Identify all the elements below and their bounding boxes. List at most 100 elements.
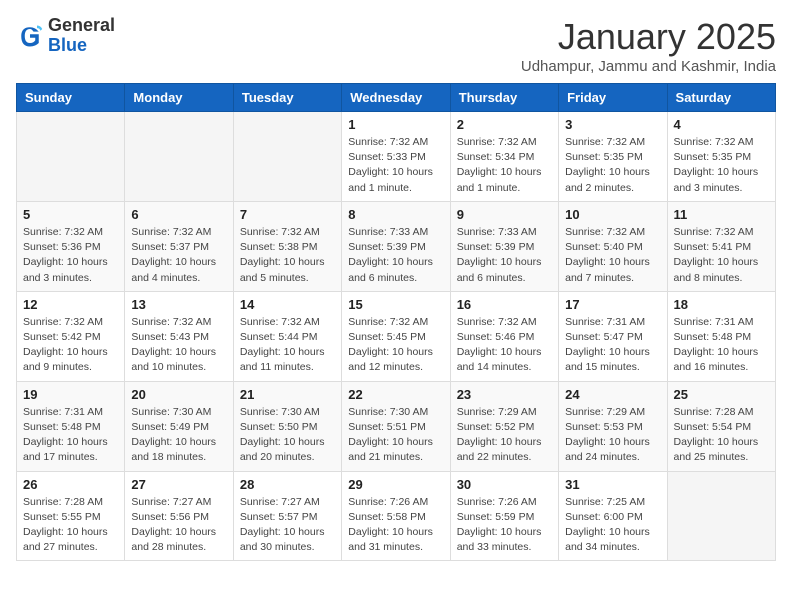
calendar-cell: 5Sunrise: 7:32 AM Sunset: 5:36 PM Daylig… xyxy=(17,201,125,291)
day-info: Sunrise: 7:32 AM Sunset: 5:45 PM Dayligh… xyxy=(348,315,443,376)
calendar-week-1: 1Sunrise: 7:32 AM Sunset: 5:33 PM Daylig… xyxy=(17,112,776,202)
day-info: Sunrise: 7:32 AM Sunset: 5:38 PM Dayligh… xyxy=(240,225,335,286)
day-number: 18 xyxy=(674,297,769,312)
day-info: Sunrise: 7:32 AM Sunset: 5:43 PM Dayligh… xyxy=(131,315,226,376)
day-info: Sunrise: 7:28 AM Sunset: 5:55 PM Dayligh… xyxy=(23,495,118,556)
day-info: Sunrise: 7:32 AM Sunset: 5:40 PM Dayligh… xyxy=(565,225,660,286)
weekday-header-thursday: Thursday xyxy=(450,84,558,112)
logo-text: General Blue xyxy=(48,16,115,56)
calendar-cell xyxy=(667,471,775,561)
day-info: Sunrise: 7:32 AM Sunset: 5:33 PM Dayligh… xyxy=(348,135,443,196)
calendar-cell: 18 Sunrise: 7:31 AM Sunset: 5:48 PM Dayli… xyxy=(667,291,775,381)
calendar-table: SundayMondayTuesdayWednesdayThursdayFrid… xyxy=(16,83,776,561)
day-number: 22 xyxy=(348,387,443,402)
day-info: Sunrise: 7:25 AM Sunset: 6:00 PM Dayligh… xyxy=(565,495,660,556)
day-info: Sunrise: 7:29 AM Sunset: 5:52 PM Dayligh… xyxy=(457,405,552,466)
calendar-cell: 21 Sunrise: 7:30 AM Sunset: 5:50 PM Dayli… xyxy=(233,381,341,471)
day-info: Sunrise: 7:32 AM Sunset: 5:37 PM Dayligh… xyxy=(131,225,226,286)
day-info: Sunrise: 7:30 AM Sunset: 5:51 PM Dayligh… xyxy=(348,405,443,466)
day-number: 10 xyxy=(565,207,660,222)
day-info: Sunrise: 7:32 AM Sunset: 5:42 PM Dayligh… xyxy=(23,315,118,376)
day-number: 12 xyxy=(23,297,118,312)
calendar-cell: 1Sunrise: 7:32 AM Sunset: 5:33 PM Daylig… xyxy=(342,112,450,202)
day-info: Sunrise: 7:32 AM Sunset: 5:36 PM Dayligh… xyxy=(23,225,118,286)
day-number: 28 xyxy=(240,477,335,492)
day-info: Sunrise: 7:31 AM Sunset: 5:48 PM Dayligh… xyxy=(23,405,118,466)
calendar-cell: 12 Sunrise: 7:32 AM Sunset: 5:42 PM Dayli… xyxy=(17,291,125,381)
day-number: 30 xyxy=(457,477,552,492)
day-number: 4 xyxy=(674,117,769,132)
calendar-cell: 20 Sunrise: 7:30 AM Sunset: 5:49 PM Dayli… xyxy=(125,381,233,471)
logo-blue: Blue xyxy=(48,35,87,55)
day-info: Sunrise: 7:33 AM Sunset: 5:39 PM Dayligh… xyxy=(457,225,552,286)
day-number: 26 xyxy=(23,477,118,492)
day-info: Sunrise: 7:30 AM Sunset: 5:49 PM Dayligh… xyxy=(131,405,226,466)
calendar-cell: 27 Sunrise: 7:27 AM Sunset: 5:56 PM Dayli… xyxy=(125,471,233,561)
day-info: Sunrise: 7:31 AM Sunset: 5:47 PM Dayligh… xyxy=(565,315,660,376)
calendar-week-5: 26 Sunrise: 7:28 AM Sunset: 5:55 PM Dayli… xyxy=(17,471,776,561)
day-number: 20 xyxy=(131,387,226,402)
calendar-cell: 13 Sunrise: 7:32 AM Sunset: 5:43 PM Dayli… xyxy=(125,291,233,381)
day-number: 29 xyxy=(348,477,443,492)
calendar-cell: 24Sunrise: 7:29 AM Sunset: 5:53 PM Dayli… xyxy=(559,381,667,471)
calendar-cell: 17 Sunrise: 7:31 AM Sunset: 5:47 PM Dayli… xyxy=(559,291,667,381)
calendar-cell: 26 Sunrise: 7:28 AM Sunset: 5:55 PM Dayli… xyxy=(17,471,125,561)
day-info: Sunrise: 7:26 AM Sunset: 5:59 PM Dayligh… xyxy=(457,495,552,556)
day-number: 3 xyxy=(565,117,660,132)
day-info: Sunrise: 7:32 AM Sunset: 5:35 PM Dayligh… xyxy=(674,135,769,196)
calendar-cell: 23 Sunrise: 7:29 AM Sunset: 5:52 PM Dayli… xyxy=(450,381,558,471)
day-info: Sunrise: 7:32 AM Sunset: 5:41 PM Dayligh… xyxy=(674,225,769,286)
calendar-cell: 25Sunrise: 7:28 AM Sunset: 5:54 PM Dayli… xyxy=(667,381,775,471)
day-info: Sunrise: 7:32 AM Sunset: 5:44 PM Dayligh… xyxy=(240,315,335,376)
calendar-cell: 3 Sunrise: 7:32 AM Sunset: 5:35 PM Daylig… xyxy=(559,112,667,202)
calendar-cell: 10 Sunrise: 7:32 AM Sunset: 5:40 PM Dayli… xyxy=(559,201,667,291)
day-number: 23 xyxy=(457,387,552,402)
day-number: 9 xyxy=(457,207,552,222)
day-number: 14 xyxy=(240,297,335,312)
day-info: Sunrise: 7:32 AM Sunset: 5:34 PM Dayligh… xyxy=(457,135,552,196)
day-info: Sunrise: 7:30 AM Sunset: 5:50 PM Dayligh… xyxy=(240,405,335,466)
logo-icon xyxy=(16,22,44,50)
day-number: 17 xyxy=(565,297,660,312)
logo: General Blue xyxy=(16,16,115,56)
day-number: 25 xyxy=(674,387,769,402)
weekday-header-monday: Monday xyxy=(125,84,233,112)
calendar-cell: 7Sunrise: 7:32 AM Sunset: 5:38 PM Daylig… xyxy=(233,201,341,291)
calendar-cell: 16 Sunrise: 7:32 AM Sunset: 5:46 PM Dayli… xyxy=(450,291,558,381)
day-info: Sunrise: 7:33 AM Sunset: 5:39 PM Dayligh… xyxy=(348,225,443,286)
calendar-cell: 29 Sunrise: 7:26 AM Sunset: 5:58 PM Dayli… xyxy=(342,471,450,561)
day-number: 16 xyxy=(457,297,552,312)
page-header: General Blue January 2025 Udhampur, Jamm… xyxy=(16,16,776,75)
day-number: 2 xyxy=(457,117,552,132)
day-info: Sunrise: 7:31 AM Sunset: 5:48 PM Dayligh… xyxy=(674,315,769,376)
day-number: 13 xyxy=(131,297,226,312)
day-number: 31 xyxy=(565,477,660,492)
calendar-cell: 19 Sunrise: 7:31 AM Sunset: 5:48 PM Dayli… xyxy=(17,381,125,471)
calendar-cell: 4 Sunrise: 7:32 AM Sunset: 5:35 PM Daylig… xyxy=(667,112,775,202)
day-number: 19 xyxy=(23,387,118,402)
day-number: 27 xyxy=(131,477,226,492)
day-info: Sunrise: 7:27 AM Sunset: 5:56 PM Dayligh… xyxy=(131,495,226,556)
calendar-cell: 22 Sunrise: 7:30 AM Sunset: 5:51 PM Dayli… xyxy=(342,381,450,471)
day-info: Sunrise: 7:26 AM Sunset: 5:58 PM Dayligh… xyxy=(348,495,443,556)
calendar-cell: 6 Sunrise: 7:32 AM Sunset: 5:37 PM Daylig… xyxy=(125,201,233,291)
day-info: Sunrise: 7:29 AM Sunset: 5:53 PM Dayligh… xyxy=(565,405,660,466)
day-number: 6 xyxy=(131,207,226,222)
day-number: 11 xyxy=(674,207,769,222)
day-info: Sunrise: 7:32 AM Sunset: 5:35 PM Dayligh… xyxy=(565,135,660,196)
calendar-cell: 14 Sunrise: 7:32 AM Sunset: 5:44 PM Dayli… xyxy=(233,291,341,381)
calendar-week-3: 12 Sunrise: 7:32 AM Sunset: 5:42 PM Dayli… xyxy=(17,291,776,381)
calendar-cell: 28Sunrise: 7:27 AM Sunset: 5:57 PM Dayli… xyxy=(233,471,341,561)
day-info: Sunrise: 7:32 AM Sunset: 5:46 PM Dayligh… xyxy=(457,315,552,376)
calendar-cell: 11 Sunrise: 7:32 AM Sunset: 5:41 PM Dayli… xyxy=(667,201,775,291)
day-number: 15 xyxy=(348,297,443,312)
location-subtitle: Udhampur, Jammu and Kashmir, India xyxy=(521,58,776,75)
weekday-header-row: SundayMondayTuesdayWednesdayThursdayFrid… xyxy=(17,84,776,112)
day-number: 8 xyxy=(348,207,443,222)
calendar-cell: 30 Sunrise: 7:26 AM Sunset: 5:59 PM Dayli… xyxy=(450,471,558,561)
calendar-cell: 2 Sunrise: 7:32 AM Sunset: 5:34 PM Daylig… xyxy=(450,112,558,202)
calendar-cell: 31 Sunrise: 7:25 AM Sunset: 6:00 PM Dayli… xyxy=(559,471,667,561)
day-number: 21 xyxy=(240,387,335,402)
calendar-cell xyxy=(233,112,341,202)
calendar-cell: 9 Sunrise: 7:33 AM Sunset: 5:39 PM Daylig… xyxy=(450,201,558,291)
